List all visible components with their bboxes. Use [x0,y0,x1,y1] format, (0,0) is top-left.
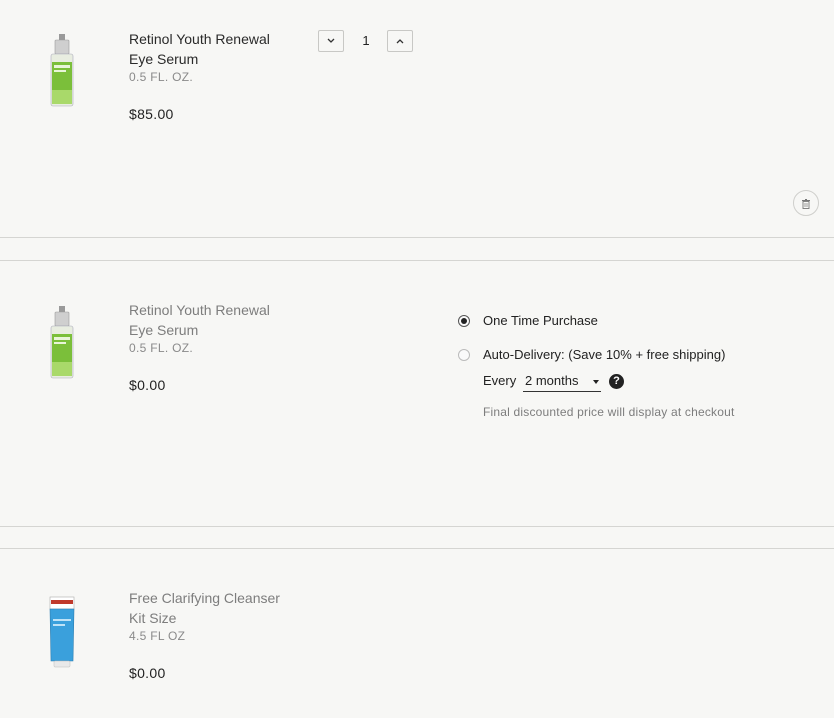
delivery-frequency-select[interactable]: 2 months [523,373,601,392]
product-image-eye-serum[interactable] [40,304,84,384]
quantity-stepper: 1 [318,30,416,54]
purchase-options: One Time Purchase Auto-Delivery: (Save 1… [458,313,818,419]
cart-line-item: Free Clarifying Cleanser Kit Size 4.5 FL… [0,548,834,718]
trash-icon [802,198,810,209]
auto-delivery-option[interactable]: Auto-Delivery: (Save 10% + free shipping… [458,347,818,369]
decrease-quantity-button[interactable] [318,30,344,52]
one-time-purchase-option[interactable]: One Time Purchase [458,313,818,335]
increase-quantity-button[interactable] [387,30,413,52]
delivery-frequency-value: 2 months [525,373,579,388]
cart-line-item: Retinol Youth Renewal Eye Serum 0.5 FL. … [0,0,834,238]
remove-item-button[interactable] [793,190,819,216]
caret-down-icon [593,380,599,384]
product-size: 0.5 FL. OZ. [129,70,193,84]
one-time-purchase-label[interactable]: One Time Purchase [483,313,598,328]
chevron-up-icon [396,39,404,44]
product-price: $85.00 [129,106,174,122]
product-size: 4.5 FL OZ [129,629,186,643]
product-info: Free Clarifying Cleanser Kit Size 4.5 FL… [129,588,289,681]
auto-delivery-radio[interactable] [458,349,470,361]
product-info: Retinol Youth Renewal Eye Serum 0.5 FL. … [129,29,289,122]
auto-delivery-label[interactable]: Auto-Delivery: (Save 10% + free shipping… [483,347,725,362]
product-price: $0.00 [129,377,166,393]
quantity-value: 1 [362,33,370,48]
every-label: Every [483,373,517,388]
product-name[interactable]: Free Clarifying Cleanser Kit Size [129,588,289,628]
product-info: Retinol Youth Renewal Eye Serum 0.5 FL. … [129,300,289,393]
cart-line-item: Retinol Youth Renewal Eye Serum 0.5 FL. … [0,260,834,527]
product-price: $0.00 [129,665,166,681]
discount-note: Final discounted price will display at c… [483,405,735,419]
product-size: 0.5 FL. OZ. [129,341,193,355]
one-time-purchase-radio[interactable] [458,315,470,327]
product-name[interactable]: Retinol Youth Renewal Eye Serum [129,29,289,69]
product-name[interactable]: Retinol Youth Renewal Eye Serum [129,300,289,340]
chevron-down-icon [327,38,335,43]
product-image-cleanser[interactable] [40,589,84,669]
question-circle-icon[interactable]: ? [609,374,624,389]
cart-page: Retinol Youth Renewal Eye Serum 0.5 FL. … [0,0,834,718]
product-image-eye-serum[interactable] [40,32,84,112]
